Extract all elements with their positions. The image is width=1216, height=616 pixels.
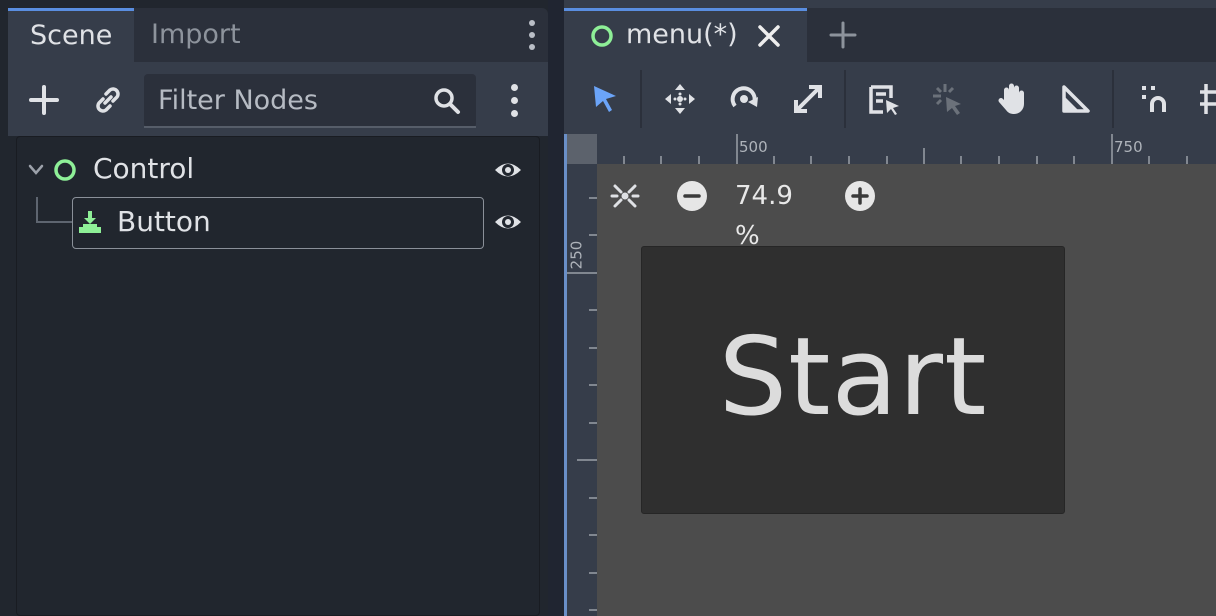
- chevron-down-icon[interactable]: [27, 163, 45, 177]
- tab-import[interactable]: Import: [129, 8, 263, 62]
- filter-nodes-input[interactable]: [156, 74, 426, 126]
- ruler-icon: [1062, 85, 1090, 113]
- ruler-horizontal[interactable]: 500 750: [567, 134, 1216, 164]
- rotate-icon: [730, 86, 758, 108]
- pan-tool-button[interactable]: [989, 76, 1035, 122]
- list-select-icon: [869, 85, 899, 115]
- move-tool-button[interactable]: [657, 76, 703, 122]
- tree-row-control[interactable]: Control: [17, 147, 539, 193]
- zoom-in-icon[interactable]: [844, 180, 876, 212]
- zoom-reset-icon[interactable]: [609, 180, 641, 212]
- visibility-eye-icon[interactable]: [493, 209, 523, 235]
- tree-label-button: Button: [117, 205, 211, 238]
- toolbar-separator: [1112, 70, 1114, 128]
- ruler-tool-button[interactable]: [1053, 76, 1099, 122]
- tree-connector: [36, 197, 38, 223]
- tab-scene[interactable]: Scene: [8, 8, 135, 62]
- select-icon: [594, 86, 616, 112]
- start-button-label: Start: [718, 315, 988, 440]
- snap-icon: [1142, 86, 1166, 112]
- tab-menu-label: menu(*): [626, 19, 738, 50]
- pivot-tool-button[interactable]: [925, 76, 971, 122]
- tree-row-button[interactable]: Button: [72, 197, 484, 249]
- scale-tool-button[interactable]: [785, 76, 831, 122]
- scene-toolbar: [8, 62, 548, 136]
- rotate-tool-button[interactable]: [721, 76, 767, 122]
- instance-scene-button[interactable]: [90, 82, 126, 118]
- scene-options-button[interactable]: [504, 82, 524, 118]
- tree-label-control: Control: [93, 152, 195, 185]
- search-icon: [432, 86, 462, 116]
- ruler-label: 500: [739, 138, 768, 156]
- scene-tabbar: menu(*): [564, 8, 1216, 62]
- list-select-tool-button[interactable]: [861, 76, 907, 122]
- scale-icon: [794, 85, 822, 113]
- ruler-corner: [567, 134, 597, 164]
- smart-snap-button[interactable]: [1132, 76, 1178, 122]
- zoom-value[interactable]: 74.9 %: [735, 176, 793, 256]
- pan-icon: [998, 83, 1024, 114]
- filter-underline: [144, 126, 476, 128]
- scene-tree: Control Button: [16, 136, 540, 616]
- plus-icon[interactable]: [828, 20, 858, 50]
- canvas-start-button[interactable]: Start: [641, 246, 1065, 514]
- dock-menu-icon[interactable]: [526, 18, 538, 52]
- kebab-menu-icon: [504, 82, 524, 118]
- button-node-icon: [79, 211, 101, 233]
- scene-dock-tabbar: Scene Import: [8, 8, 548, 62]
- control-node-icon: [54, 159, 76, 181]
- canvas-editor: menu(*) 500 750 250 74.9 % Start: [564, 0, 1216, 616]
- tree-connector: [36, 221, 72, 223]
- add-node-button[interactable]: [26, 82, 62, 118]
- grid-snap-button[interactable]: [1192, 76, 1216, 122]
- ruler-label: 750: [1114, 138, 1143, 156]
- ruler-vertical[interactable]: 250: [567, 164, 597, 616]
- move-icon: [665, 84, 695, 114]
- close-icon[interactable]: [757, 24, 781, 48]
- grid-icon: [1200, 84, 1216, 114]
- visibility-eye-icon[interactable]: [493, 157, 523, 183]
- filter-nodes-box: [144, 74, 476, 128]
- tab-menu-scene[interactable]: menu(*): [564, 8, 807, 62]
- link-icon: [96, 87, 120, 113]
- pivot-icon: [933, 84, 961, 115]
- toolbar-separator: [640, 70, 642, 128]
- plus-icon: [29, 85, 59, 115]
- toolbar-separator: [844, 70, 846, 128]
- select-tool-button[interactable]: [582, 76, 628, 122]
- canvas-viewport[interactable]: 500 750 250 74.9 % Start: [564, 134, 1216, 616]
- zoom-out-icon[interactable]: [676, 180, 708, 212]
- ruler-label: 250: [567, 240, 586, 270]
- control-node-icon: [591, 25, 613, 47]
- canvas-toolbar: [564, 62, 1216, 136]
- scene-dock: Scene Import Filter Nodes Control Button: [0, 0, 548, 616]
